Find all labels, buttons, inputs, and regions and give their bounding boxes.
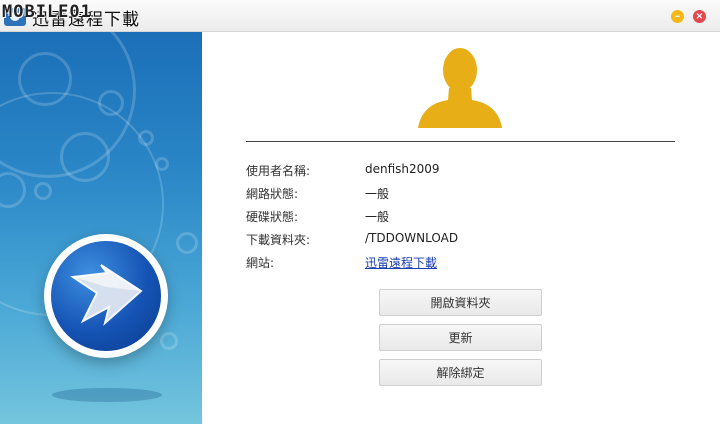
- divider: [246, 141, 675, 142]
- update-button[interactable]: 更新: [379, 324, 542, 351]
- disk-status-value: 一般: [365, 210, 390, 224]
- download-folder-label: 下載資料夾:: [246, 233, 311, 247]
- website-label: 網站:: [246, 256, 275, 270]
- website-link[interactable]: 迅雷遠程下載: [365, 254, 437, 271]
- close-button[interactable]: ×: [693, 10, 706, 23]
- disk-status-label: 硬碟狀態:: [246, 210, 299, 224]
- title-bar: 迅雷遠程下載 MOBILE01 – ×: [0, 0, 720, 32]
- sidebar-panel: [0, 32, 202, 424]
- open-folder-button[interactable]: 開啟資料夾: [379, 289, 542, 316]
- network-status-value: 一般: [365, 187, 390, 201]
- minimize-button[interactable]: –: [671, 10, 684, 23]
- username-value: denfish2009: [365, 162, 440, 176]
- decor-bubble: [160, 332, 178, 350]
- download-folder-value: /TDDOWNLOAD: [365, 231, 459, 245]
- logo-shadow: [52, 388, 162, 402]
- username-label: 使用者名稱:: [246, 164, 311, 178]
- unbind-button[interactable]: 解除綁定: [379, 359, 542, 386]
- watermark: MOBILE01: [2, 2, 92, 22]
- arrow-circle-logo-icon: [44, 234, 168, 358]
- arrow-icon: [70, 264, 143, 326]
- user-silhouette-icon: [418, 48, 502, 128]
- decor-bubble: [176, 232, 198, 254]
- network-status-label: 網路狀態:: [246, 187, 299, 201]
